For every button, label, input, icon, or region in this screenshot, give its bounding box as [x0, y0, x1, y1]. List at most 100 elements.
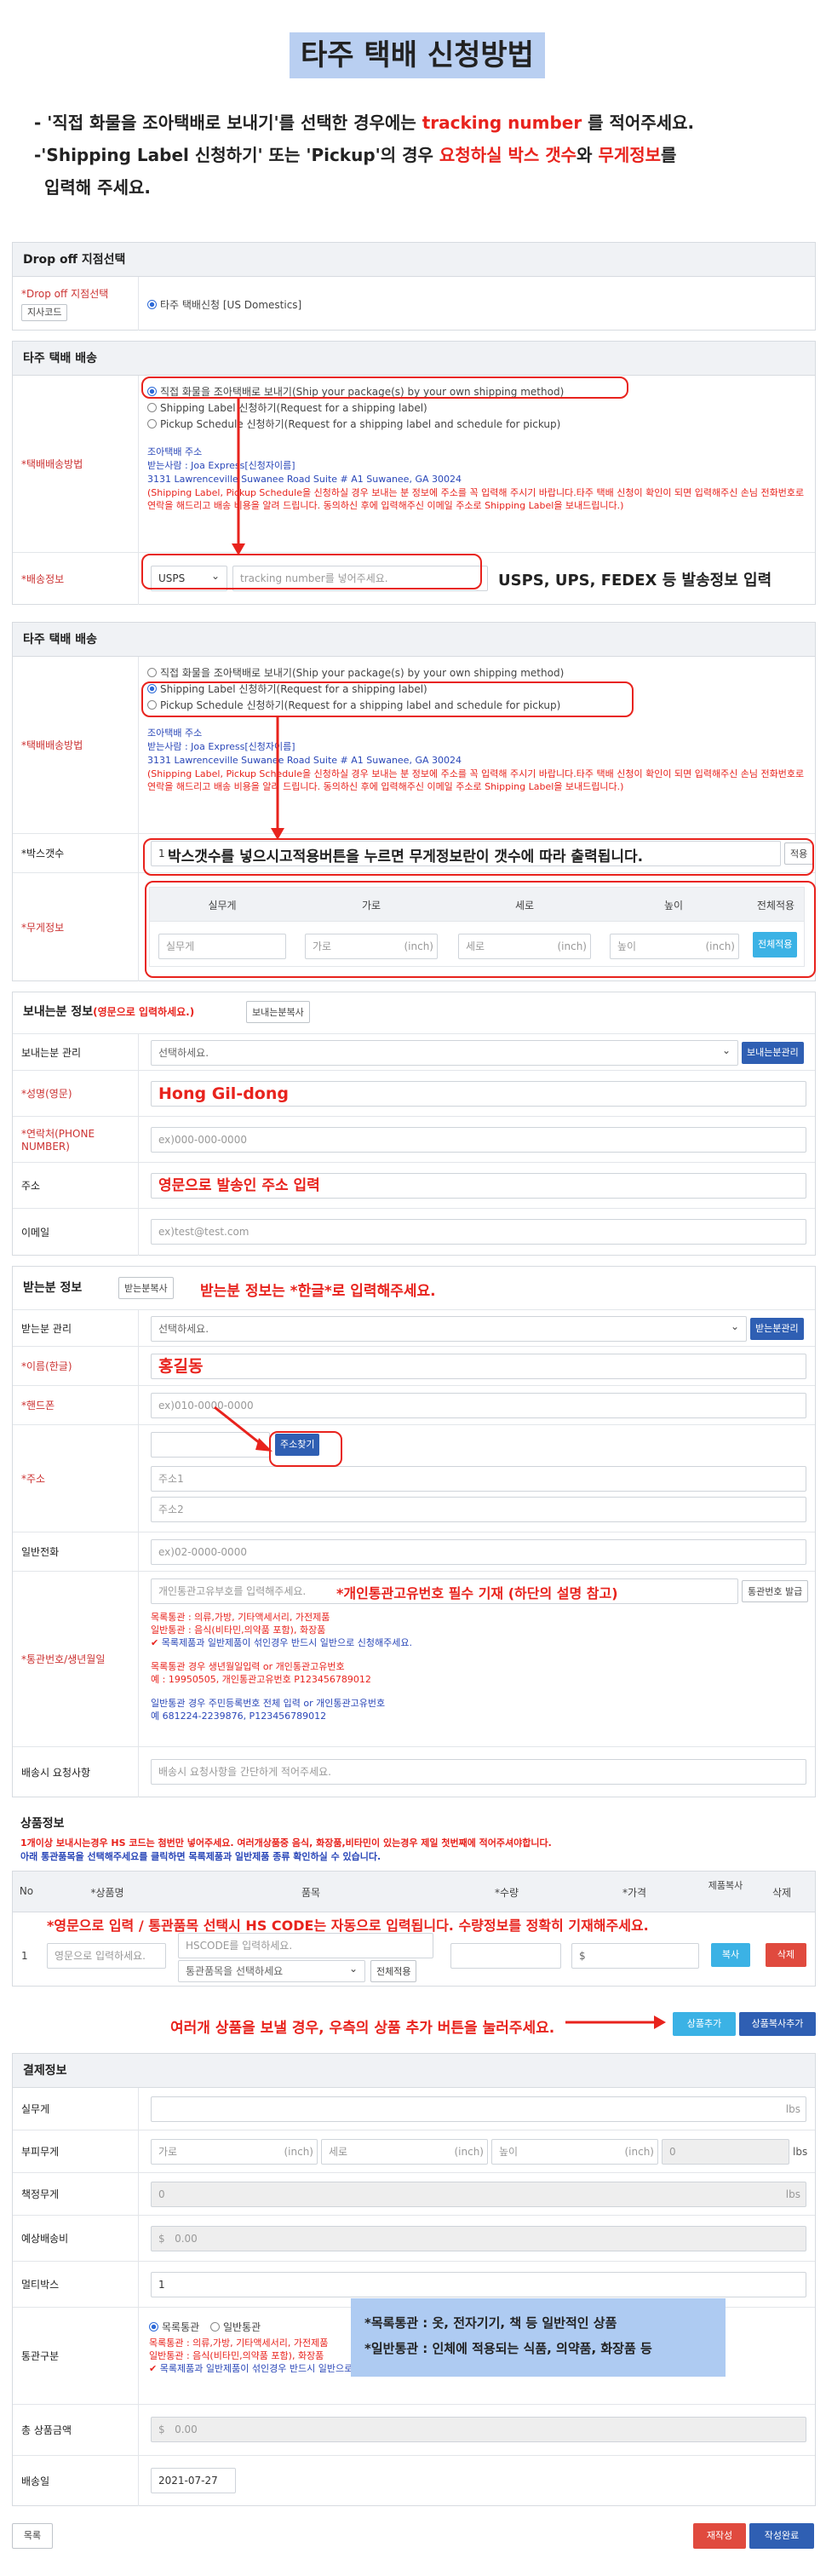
sender-copy-button[interactable]: 보내는분복사	[246, 1001, 310, 1023]
receiver-name-input[interactable]: 홍길동	[151, 1354, 806, 1379]
address2-input[interactable]: 주소2	[151, 1497, 806, 1522]
customs-info-1: *목록통관 : 옷, 전자기기, 책 등 일반적인 상품	[364, 2315, 617, 2331]
request-label: 배송시 요청사항	[13, 1747, 139, 1797]
vol-height-input[interactable]: 높이 (inch)	[491, 2139, 658, 2165]
goods-note-2: 아래 통관품목을 선택해주세요를 클릭하면 목록제품과 일반제품 종류 확인하실…	[20, 1851, 381, 1862]
sender-email-input[interactable]: ex)test@test.com	[151, 1219, 806, 1245]
sender-manage-button[interactable]: 보내는분관리	[742, 1042, 804, 1064]
qty-input[interactable]	[450, 1943, 561, 1969]
customs-type-label: 통관구분	[13, 2308, 139, 2404]
customs-note-mixed: ✔ 목록제품과 일반제품이 섞인경우 반드시 일반으로 신청해주세요.	[151, 1637, 412, 1648]
customs-note-general: 일반통관 : 음식(비타민,의약품 포함), 화장품	[151, 1624, 326, 1636]
vol-width-input[interactable]: 가로 (inch)	[151, 2139, 318, 2165]
rewrite-button[interactable]: 재작성	[693, 2523, 746, 2549]
goods-row-no: 1	[21, 1950, 28, 1962]
method-label-2: *택배배송방법	[13, 657, 139, 833]
receiver-section: 받는분 정보 받는분복사 받는분 정보는 *한글*로 입력해주세요. 받는분 관…	[12, 1266, 816, 1797]
intro-line-1: - '직접 화물을 조아택배로 보내기'를 선택한 경우에는 tracking …	[34, 112, 695, 133]
receiver-tel-input[interactable]: ex)02-0000-0000	[151, 1539, 806, 1565]
carrier-annotation: USPS, UPS, FEDEX 등 발송정보 입력	[498, 572, 772, 589]
joa-address-line: 3131 Lawrenceville Suwanee Road Suite # …	[147, 474, 462, 485]
ship-date-input[interactable]: 2021-07-27	[151, 2468, 236, 2493]
customs-type-general-radio[interactable]: 일반통관	[210, 2320, 261, 2334]
vol-lbs-label: lbs	[793, 2146, 808, 2158]
customs-note-6: 일반통관 경우 주민등록번호 전체 입력 or 개인통관고유번호	[151, 1698, 386, 1709]
add-goods-annotation: 여러개 상품을 보낼 경우, 우측의 상품 추가 버튼을 눌러주세요.	[170, 2020, 555, 2037]
receiver-copy-button[interactable]: 받는분복사	[118, 1277, 174, 1299]
receiver-title: 받는분 정보	[23, 1281, 83, 1295]
receiver-manage-button[interactable]: 받는분관리	[750, 1318, 804, 1340]
est-fee-value: $ 0.00	[151, 2226, 806, 2251]
sender-manage-label: 보내는분 관리	[13, 1034, 139, 1070]
branch-code-button[interactable]: 지사코드	[21, 304, 68, 321]
goods-col-copy: 제품복사	[708, 1880, 743, 1891]
arrow-right	[565, 2015, 666, 2029]
list-button[interactable]: 목록	[12, 2523, 53, 2549]
highlight-weight	[145, 881, 816, 978]
category-apply-all-button[interactable]: 전체적용	[370, 1960, 417, 1982]
ship-date-label: 배송일	[13, 2456, 139, 2506]
goods-col-category: 품목	[301, 1887, 321, 1899]
total-amount-label: 총 상품금액	[13, 2405, 139, 2455]
radio-pickup[interactable]: Pickup Schedule 신청하기(Request for a shipp…	[147, 417, 560, 431]
highlight-label-option	[141, 681, 634, 717]
sender-name-input[interactable]: Hong Gil-dong	[151, 1081, 806, 1107]
goods-col-price: *가격	[622, 1887, 647, 1899]
customs-info-box: *목록통관 : 옷, 전자기기, 책 등 일반적인 상품 *일반통관 : 인체에…	[351, 2298, 726, 2377]
method-label: *택배배송방법	[13, 376, 139, 552]
multibox-label: 멀티박스	[13, 2262, 139, 2307]
total-amount-value: $ 0.00	[151, 2417, 806, 2442]
joa-address-line-2: 3131 Lawrenceville Suwanee Road Suite # …	[147, 755, 462, 766]
sender-manage-select[interactable]: 선택하세요.	[151, 1038, 738, 1066]
goods-note-1: 1개이상 보내시는경우 HS 코드는 첨번만 넣어주세요. 여러개상품중 음식,…	[20, 1837, 552, 1849]
price-input[interactable]: $	[571, 1943, 699, 1969]
receiver-annotation: 받는분 정보는 *한글*로 입력해주세요.	[200, 1283, 436, 1300]
actual-weight-label: 실무게	[13, 2088, 139, 2130]
goods-name-input[interactable]: 영문으로 입력하세요.	[47, 1943, 166, 1969]
submit-button[interactable]: 작성완료	[749, 2523, 814, 2549]
multibox-input[interactable]: 1	[151, 2272, 806, 2297]
goods-title: 상품정보	[20, 1817, 65, 1831]
goods-col-name: *상품명	[90, 1887, 124, 1899]
customs-note-list: 목록통관 : 의류,가방, 기타액세서리, 가전제품	[151, 1612, 330, 1623]
goods-annotation: *영문으로 입력 / 통관품목 선택시 HS CODE는 자동으로 입력됩니다.…	[47, 1918, 649, 1934]
sender-phone-label: *연락처(PHONE NUMBER)	[13, 1117, 139, 1162]
goods-delete-button[interactable]: 삭제	[766, 1943, 806, 1967]
arrow-down-1	[232, 397, 245, 555]
receiver-manage-select[interactable]: 선택하세요.	[151, 1314, 747, 1342]
joa-address-note-2: (Shipping Label, Pickup Schedule을 신청하실 경…	[147, 768, 805, 792]
customs-type-list-radio[interactable]: 목록통관	[149, 2320, 199, 2334]
vol-result: 0	[662, 2139, 789, 2165]
dropoff-label: *Drop off 지점선택	[21, 288, 109, 300]
page-title: 타주 택배 신청방법	[290, 32, 545, 78]
payment-title: 결제정보	[13, 2054, 815, 2088]
receiver-tel-label: 일반전화	[13, 1532, 139, 1571]
radio-label[interactable]: Shipping Label 신청하기(Request for a shippi…	[147, 400, 427, 415]
add-goods-button[interactable]: 상품추가	[673, 2012, 736, 2036]
goods-col-no: No	[19, 1885, 34, 1897]
receiver-name-label: *이름(한글)	[13, 1347, 139, 1385]
pay-customs-note-1: 목록통관 : 의류,가방, 기타액세서리, 가전제품	[149, 2337, 329, 2349]
radio-direct-2[interactable]: 직접 화물을 조아택배로 보내기(Ship your package(s) by…	[147, 665, 564, 680]
request-input[interactable]: 배송시 요청사항을 간단하게 적어주세요.	[151, 1759, 806, 1785]
sender-phone-input[interactable]: ex)000-000-0000	[151, 1127, 806, 1153]
customs-category-select[interactable]: 통관품목을 선택하세요	[178, 1958, 365, 1982]
goods-col-delete: 삭제	[772, 1887, 792, 1899]
billed-weight-label: 책정무게	[13, 2173, 139, 2215]
billed-weight-value: 0 lbs	[151, 2182, 806, 2207]
customs-annotation: *개인통관고유번호 필수 기재 (하단의 설명 참고)	[336, 1585, 618, 1601]
hscode-input[interactable]: HSCODE를 입력하세요.	[178, 1933, 433, 1958]
ship-info-label: *배송정보	[13, 553, 139, 605]
actual-weight-input[interactable]: lbs	[151, 2096, 806, 2122]
copy-add-goods-button[interactable]: 상품복사추가	[739, 2012, 816, 2036]
receiver-manage-label: 받는분 관리	[13, 1310, 139, 1346]
customs-info-2: *일반통관 : 인체에 적용되는 식품, 의약품, 화장품 등	[364, 2341, 652, 2356]
address1-input[interactable]: 주소1	[151, 1466, 806, 1492]
arrow-to-find	[214, 1406, 272, 1452]
weight-label: *무게정보	[13, 873, 139, 981]
goods-copy-button[interactable]: 복사	[711, 1943, 750, 1967]
customs-issue-button[interactable]: 통관번호 발급	[742, 1580, 809, 1602]
dropoff-radio[interactable]: 타주 택배신청 [US Domestics]	[147, 297, 301, 312]
vol-length-input[interactable]: 세로 (inch)	[321, 2139, 488, 2165]
sender-address-input[interactable]: 영문으로 발송인 주소 입력	[151, 1173, 806, 1199]
